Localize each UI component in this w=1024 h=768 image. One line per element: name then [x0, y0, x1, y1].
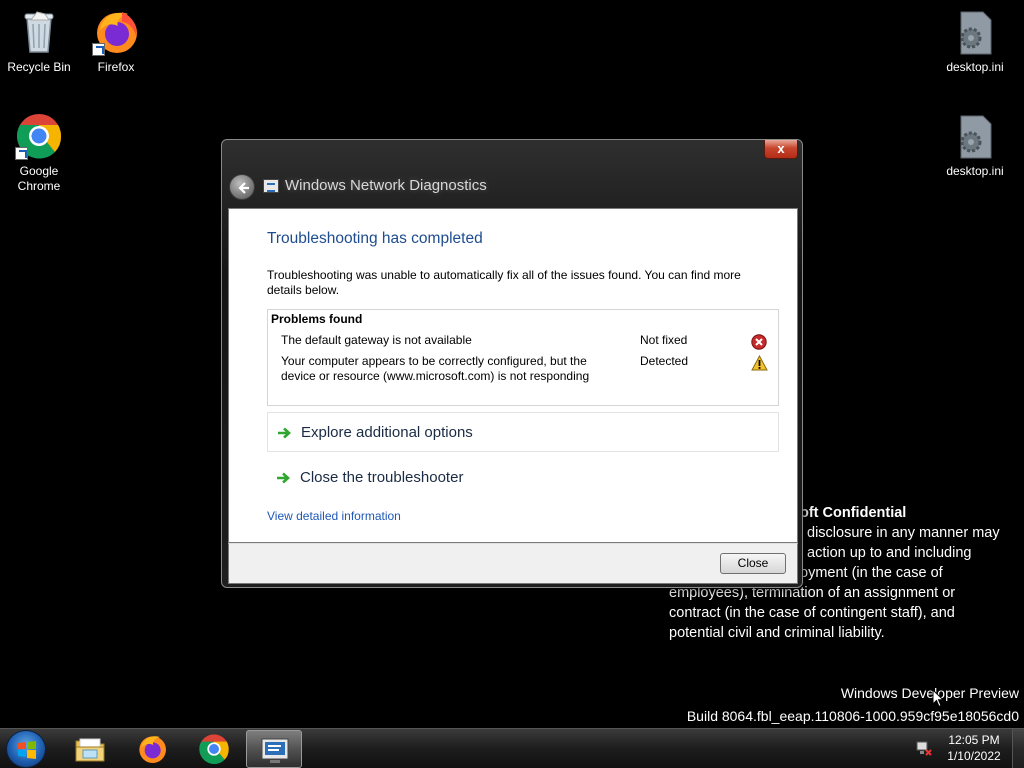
view-details-link[interactable]: View detailed information — [267, 509, 401, 523]
window-close-button[interactable]: x — [764, 140, 798, 159]
network-diagnostics-icon — [263, 179, 279, 193]
taskbar-firefox-button[interactable] — [124, 730, 180, 768]
problems-header: Problems found — [271, 312, 363, 326]
shortcut-arrow-icon — [15, 147, 28, 160]
chrome-icon — [198, 733, 230, 768]
desktop-icon-label: desktop.ini — [946, 60, 1004, 74]
problems-panel: Problems found The default gateway is no… — [267, 309, 779, 406]
desktop-icon-desktop-ini-2[interactable]: desktop.ini — [937, 112, 1013, 179]
taskbar-clock[interactable]: 12:05 PM 1/10/2022 — [938, 732, 1010, 764]
close-troubleshooter-label: Close the troubleshooter — [300, 469, 464, 486]
page-heading: Troubleshooting has completed — [267, 230, 483, 247]
dialog-footer: Close — [228, 543, 798, 584]
clock-date: 1/10/2022 — [947, 749, 1001, 763]
build-version-number: Build 8064.fbl_eeap.110806-1000.959cf95e… — [686, 708, 1019, 724]
network-tray-icon[interactable] — [915, 739, 933, 762]
desktop-icon-label: desktop.ini — [946, 164, 1004, 178]
problem-description: The default gateway is not available — [281, 333, 472, 347]
taskbar-chrome-button[interactable] — [186, 730, 242, 768]
dialog-title: Windows Network Diagnostics — [285, 177, 487, 194]
start-button[interactable] — [6, 730, 46, 768]
settings-file-icon — [951, 8, 999, 56]
firefox-icon — [92, 8, 140, 56]
explorer-icon — [74, 733, 106, 768]
taskbar-explorer-button[interactable] — [62, 730, 118, 768]
problem-status: Detected — [640, 354, 689, 368]
taskbar-network-diagnostics-button[interactable] — [246, 730, 302, 768]
warning-icon — [751, 354, 768, 375]
desktop-icon-label: Recycle Bin — [7, 60, 71, 74]
dialog-content: Troubleshooting has completed Troublesho… — [228, 208, 798, 543]
green-arrow-icon — [276, 471, 290, 489]
show-desktop-button[interactable] — [1012, 729, 1024, 768]
settings-file-icon — [951, 112, 999, 160]
watermark-line: contract (in the case of contingent staf… — [669, 605, 955, 621]
build-version-title: Windows Developer Preview — [840, 685, 1019, 701]
chrome-icon — [15, 112, 63, 160]
close-troubleshooter-action[interactable]: Close the troubleshooter — [267, 458, 779, 498]
explore-options-action[interactable]: Explore additional options — [267, 412, 779, 452]
desktop-icon-google-chrome[interactable]: Google Chrome — [1, 112, 77, 194]
mouse-cursor-icon — [932, 688, 945, 713]
explore-options-label: Explore additional options — [301, 424, 473, 441]
shortcut-arrow-icon — [92, 43, 105, 56]
desktop-icon-desktop-ini[interactable]: desktop.ini — [937, 8, 1013, 75]
network-diagnostics-dialog: x Windows Network Diagnostics Troublesho… — [221, 139, 803, 588]
windows-logo-icon — [18, 741, 36, 759]
taskbar: 12:05 PM 1/10/2022 — [0, 728, 1024, 768]
clock-time: 12:05 PM — [948, 733, 1000, 747]
desktop-icon-label: Firefox — [97, 60, 135, 74]
error-icon — [751, 334, 767, 354]
desktop-icon-label: Google Chrome — [17, 164, 61, 193]
firefox-icon — [136, 733, 168, 768]
problem-status: Not fixed — [640, 333, 688, 347]
network-diagnostics-icon — [259, 734, 291, 768]
back-arrow-icon — [238, 182, 249, 194]
summary-text: Troubleshooting was unable to automatica… — [267, 268, 741, 297]
desktop-icon-firefox[interactable]: Firefox — [78, 8, 154, 75]
desktop-icon-recycle-bin[interactable]: Recycle Bin — [1, 8, 77, 75]
close-button[interactable]: Close — [720, 553, 786, 574]
problem-description: Your computer appears to be correctly co… — [281, 354, 590, 383]
green-arrow-icon — [277, 426, 291, 444]
watermark-line: potential civil and criminal liability. — [669, 625, 885, 641]
recycle-bin-icon — [15, 8, 63, 56]
back-button[interactable] — [229, 174, 255, 200]
